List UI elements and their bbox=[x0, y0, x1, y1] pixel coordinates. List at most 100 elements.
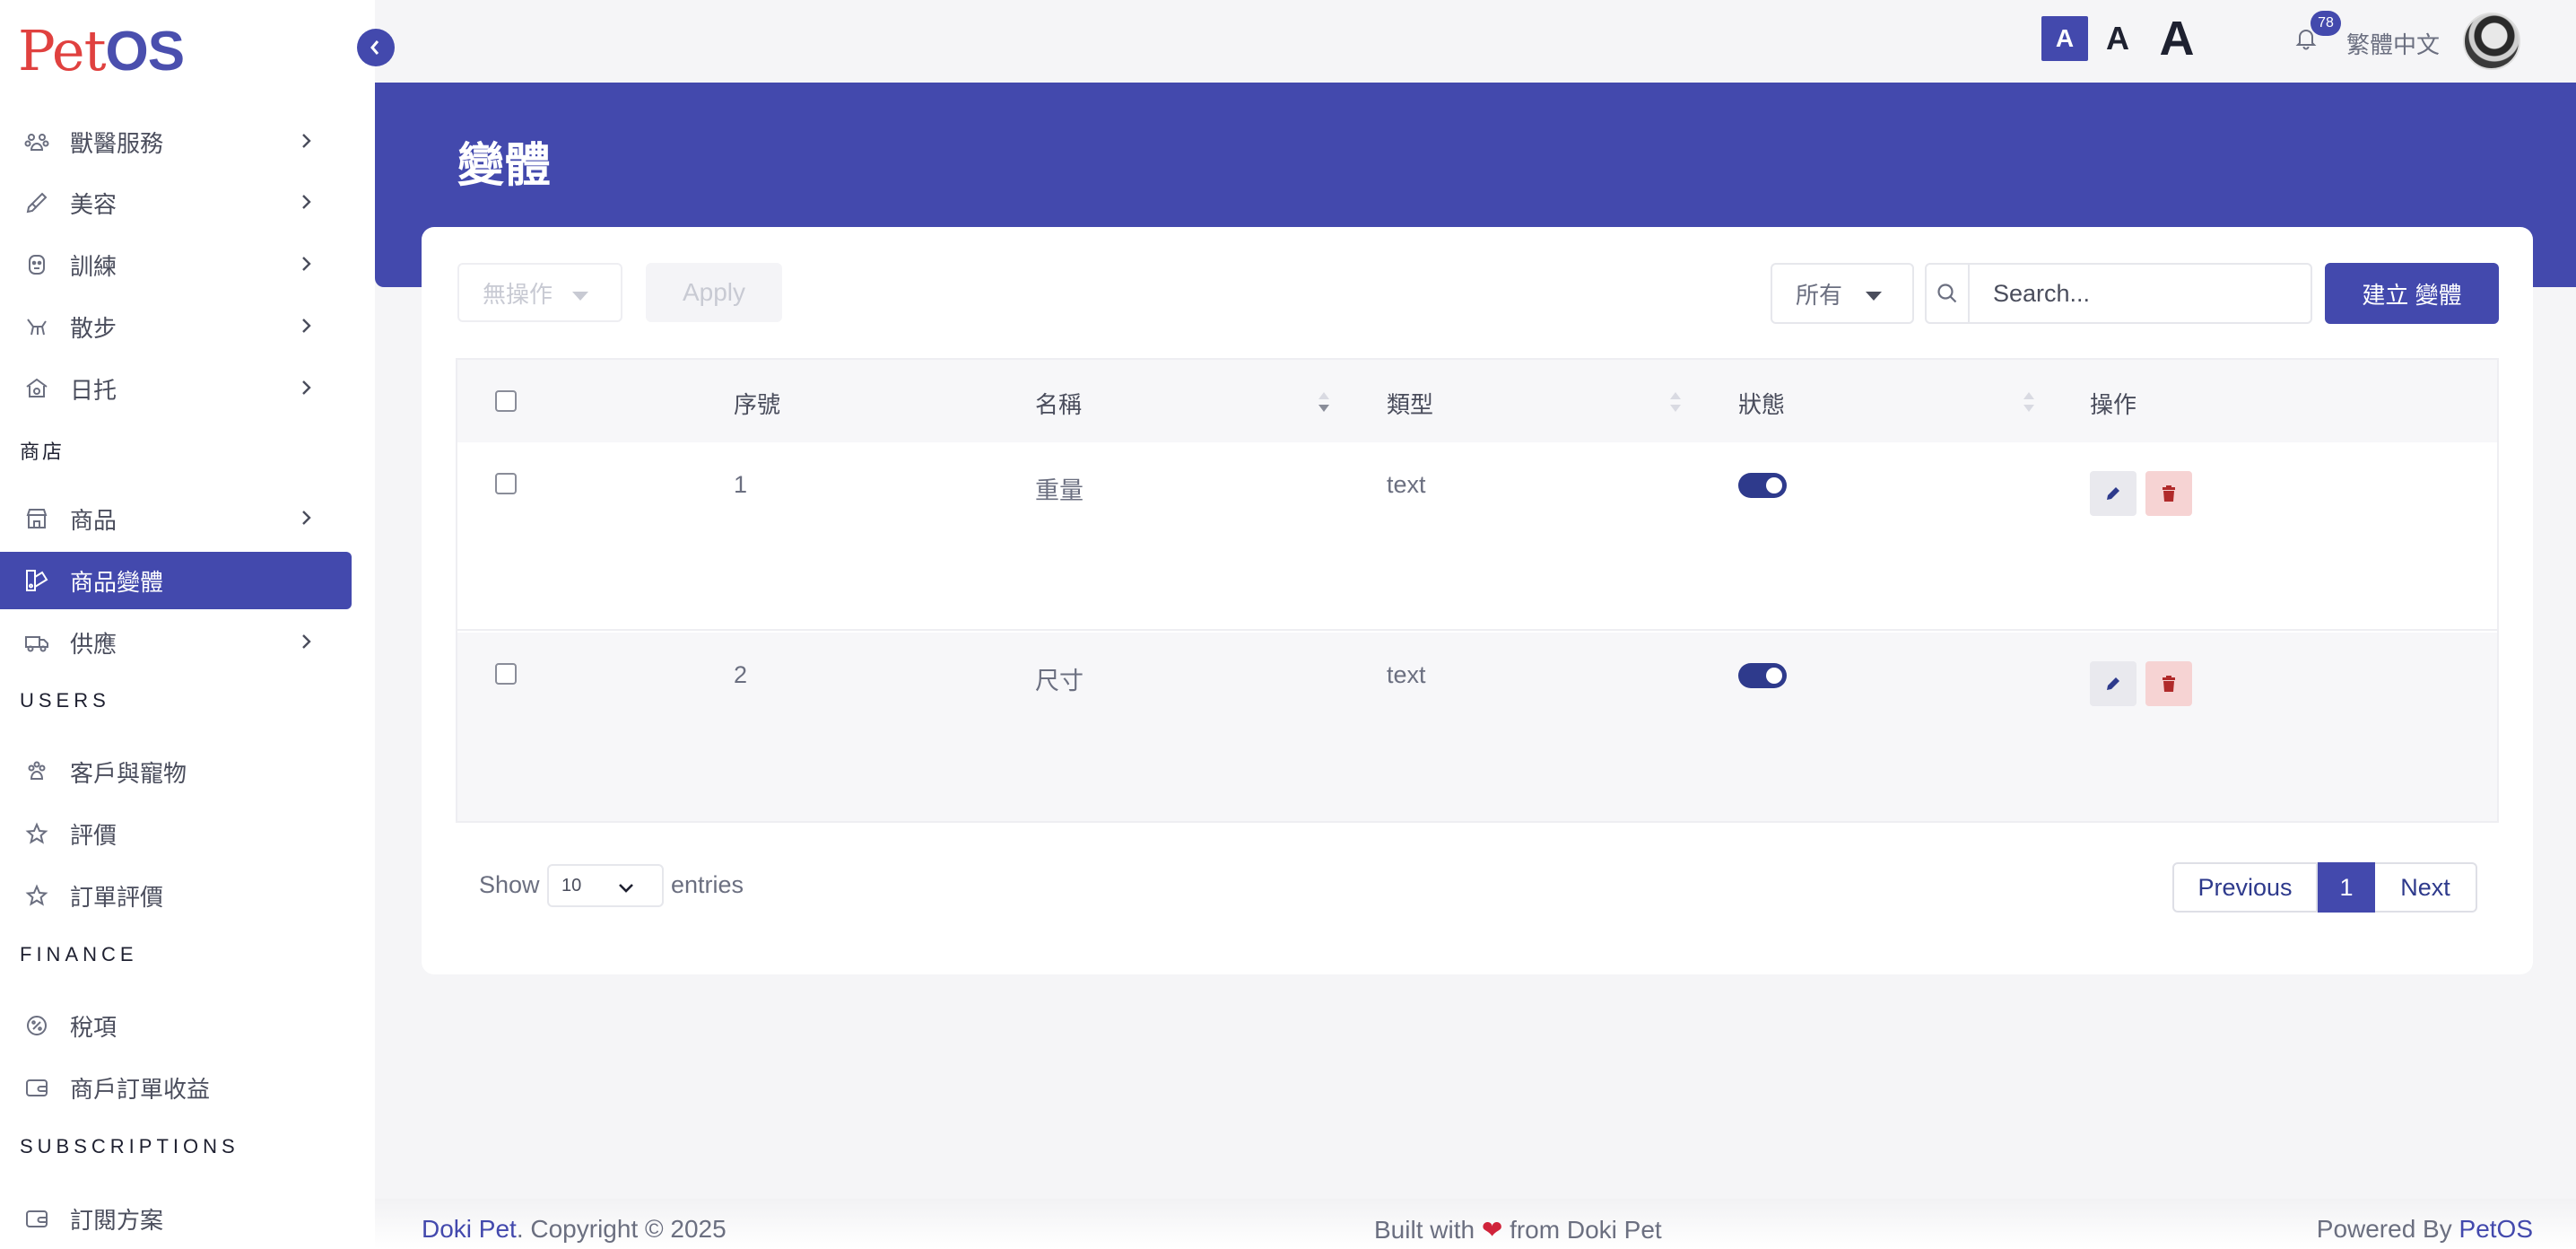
sidebar-item-merchant-order-revenue[interactable]: 商戶訂單收益 bbox=[0, 1059, 352, 1116]
sidebar-item-label: 客戶與寵物 bbox=[70, 759, 187, 787]
dog-face-icon bbox=[23, 251, 50, 278]
bulk-action-value: 無操作 bbox=[483, 280, 553, 308]
column-header-type[interactable]: 類型 bbox=[1387, 387, 1433, 420]
page-title: 變體 bbox=[457, 140, 552, 192]
status-filter-value: 所有 bbox=[1796, 281, 1843, 309]
heart-icon: ❤ bbox=[1481, 1216, 1503, 1244]
trash-icon bbox=[2163, 676, 2175, 692]
row-type: text bbox=[1387, 661, 1426, 688]
row-checkbox[interactable] bbox=[495, 663, 517, 685]
sort-desc-icon[interactable] bbox=[1317, 387, 1331, 417]
dog-walk-icon bbox=[23, 313, 50, 340]
sidebar-item-tax[interactable]: 稅項 bbox=[0, 997, 352, 1054]
wallet-icon bbox=[23, 1074, 50, 1101]
next-page-button[interactable]: Next bbox=[2375, 862, 2477, 913]
row-type: text bbox=[1387, 471, 1426, 498]
sidebar: PetOS 獸醫服務 美容 訓練 散步 日托 商店 商品 商品變體 供應 USE… bbox=[0, 0, 375, 1249]
entries-label: entries bbox=[671, 871, 744, 898]
font-size-large-button[interactable]: A bbox=[2147, 14, 2206, 63]
sidebar-item-order-reviews[interactable]: 訂單評價 bbox=[0, 867, 352, 924]
footer-powered-by: Powered By PetOS bbox=[2317, 1215, 2533, 1244]
row-name: 重量 bbox=[1035, 477, 1083, 504]
search-box bbox=[1925, 263, 2312, 324]
delete-button[interactable] bbox=[2145, 471, 2192, 516]
sidebar-item-label: 訓練 bbox=[70, 252, 117, 280]
petos-logo[interactable]: PetOS bbox=[18, 20, 185, 83]
chevron-right-icon bbox=[302, 257, 311, 271]
pencil-icon bbox=[2107, 487, 2119, 500]
create-variant-button[interactable]: 建立 變體 bbox=[2325, 263, 2499, 324]
sidebar-item-label: 訂閱方案 bbox=[70, 1206, 164, 1234]
footer-company-link[interactable]: Doki Pet bbox=[422, 1215, 517, 1243]
footer-copyright: Doki Pet. Copyright © 2025 bbox=[422, 1215, 727, 1244]
sidebar-item-products[interactable]: 商品 bbox=[0, 490, 352, 547]
column-header-status[interactable]: 狀態 bbox=[1738, 387, 1785, 420]
notification-count-badge: 78 bbox=[2311, 11, 2341, 36]
table-row: 2 尺寸 text bbox=[457, 633, 2497, 821]
pencil-icon bbox=[2107, 677, 2119, 690]
font-size-medium-button[interactable]: A bbox=[2088, 16, 2147, 61]
previous-page-button[interactable]: Previous bbox=[2172, 862, 2318, 913]
caret-down-icon bbox=[572, 292, 588, 301]
font-size-small-button[interactable]: A bbox=[2041, 16, 2088, 61]
paw-icon bbox=[23, 758, 50, 785]
sort-icon[interactable] bbox=[2022, 387, 2036, 417]
status-filter-select[interactable]: 所有 bbox=[1771, 263, 1914, 324]
entries-value: 10 bbox=[561, 876, 582, 895]
chevron-left-icon bbox=[370, 40, 379, 55]
footer-powered-prefix: Powered By bbox=[2316, 1215, 2459, 1243]
page-footer: Doki Pet. Copyright © 2025 Built with ❤ … bbox=[375, 1199, 2576, 1249]
apply-button[interactable]: Apply bbox=[646, 263, 782, 322]
chevron-right-icon bbox=[302, 195, 311, 209]
edit-button[interactable] bbox=[2090, 471, 2137, 516]
footer-built-with: Built with ❤ from Doki Pet bbox=[1374, 1215, 1662, 1245]
sidebar-item-label: 商品變體 bbox=[70, 568, 164, 596]
sidebar-collapse-button[interactable] bbox=[357, 29, 395, 66]
sidebar-item-label: 獸醫服務 bbox=[70, 129, 164, 157]
column-header-name[interactable]: 名稱 bbox=[1035, 387, 1082, 420]
sort-icon[interactable] bbox=[1668, 387, 1683, 417]
sidebar-item-customers-pets[interactable]: 客戶與寵物 bbox=[0, 743, 352, 800]
chevron-right-icon bbox=[302, 319, 311, 333]
column-header-actions: 操作 bbox=[2090, 391, 2137, 418]
search-input[interactable] bbox=[1970, 279, 2311, 308]
store-icon bbox=[23, 505, 50, 532]
sidebar-item-reviews[interactable]: 評價 bbox=[0, 805, 352, 862]
sidebar-item-supply[interactable]: 供應 bbox=[0, 614, 352, 671]
sidebar-item-subscription-plans[interactable]: 訂閱方案 bbox=[0, 1190, 352, 1247]
section-heading-finance: FINANCE bbox=[20, 943, 138, 965]
sidebar-item-daycare[interactable]: 日托 bbox=[0, 360, 352, 417]
row-checkbox[interactable] bbox=[495, 473, 517, 494]
select-all-checkbox[interactable] bbox=[495, 390, 517, 412]
sidebar-item-product-variants[interactable]: 商品變體 bbox=[0, 552, 352, 609]
sidebar-item-label: 訂單評價 bbox=[70, 883, 164, 911]
entries-per-page-select[interactable]: 10 bbox=[547, 864, 664, 907]
column-header-index[interactable]: 序號 bbox=[734, 387, 780, 420]
wallet-icon bbox=[23, 1205, 50, 1232]
chevron-down-icon bbox=[619, 884, 633, 893]
sidebar-item-grooming[interactable]: 美容 bbox=[0, 174, 352, 231]
variants-card: 無操作 Apply 所有 建立 變體 序號 名稱 類型 狀態 操作 1 重 bbox=[422, 227, 2533, 974]
sidebar-item-training[interactable]: 訓練 bbox=[0, 236, 352, 293]
chevron-right-icon bbox=[302, 380, 311, 395]
footer-petos-link[interactable]: PetOS bbox=[2459, 1215, 2533, 1243]
page-1-button[interactable]: 1 bbox=[2318, 862, 2375, 913]
sidebar-item-label: 商戶訂單收益 bbox=[70, 1075, 211, 1103]
variants-table: 序號 名稱 類型 狀態 操作 1 重量 text 2 尺寸 text bbox=[456, 358, 2499, 823]
brush-icon bbox=[23, 189, 50, 216]
row-name: 尺寸 bbox=[1035, 668, 1083, 694]
edit-button[interactable] bbox=[2090, 661, 2137, 706]
sidebar-item-label: 日托 bbox=[70, 376, 117, 404]
status-toggle[interactable] bbox=[1738, 663, 1787, 688]
variants-icon bbox=[23, 567, 50, 594]
language-selector[interactable]: 繁體中文 bbox=[2346, 27, 2440, 60]
sidebar-item-label: 稅項 bbox=[70, 1013, 117, 1041]
delete-button[interactable] bbox=[2145, 661, 2192, 706]
table-row: 1 重量 text bbox=[457, 442, 2497, 631]
sidebar-item-walking[interactable]: 散步 bbox=[0, 298, 352, 355]
status-toggle[interactable] bbox=[1738, 473, 1787, 498]
bulk-action-select[interactable]: 無操作 bbox=[457, 263, 622, 322]
sidebar-item-vet-services[interactable]: 獸醫服務 bbox=[0, 113, 352, 170]
avatar[interactable] bbox=[2463, 13, 2520, 70]
row-index: 1 bbox=[734, 471, 748, 498]
